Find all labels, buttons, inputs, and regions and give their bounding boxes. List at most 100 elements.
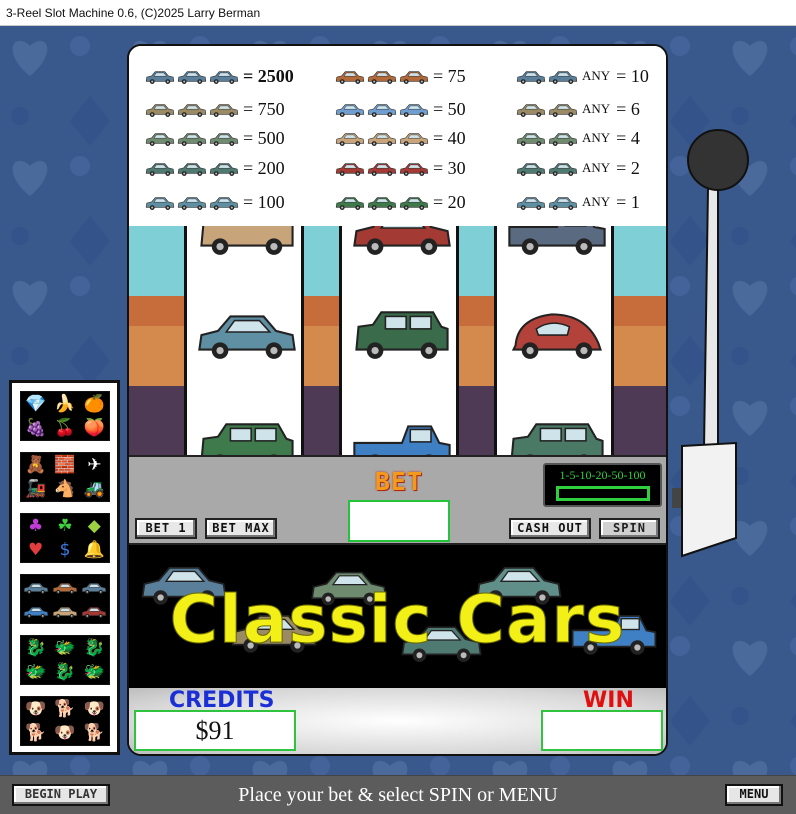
dogs-icon: 🐶 🐕 🐶 🐕 🐶 🐕: [25, 698, 105, 743]
car-icon: [145, 101, 175, 118]
car-icon: [209, 160, 239, 177]
car-icon: [548, 194, 578, 211]
lever-knob: [687, 129, 749, 191]
car-icon: [367, 101, 397, 118]
paytable: = 2500 = 750 = 500 = 200 = 100 = 75 = 50…: [129, 46, 666, 226]
car-icon: [177, 68, 207, 85]
classic-cars-icon: [21, 575, 109, 623]
fruit-game-button[interactable]: 💎 🍌 🍊 🍇 🍒 🍑: [20, 391, 110, 441]
paytable-payout: = 1: [616, 191, 640, 212]
paytable-row: = 100: [145, 189, 285, 215]
credits-display: $91: [134, 710, 296, 751]
bet-label: BET: [374, 467, 424, 496]
paytable-payout: = 2500: [243, 65, 294, 86]
bet-one-button[interactable]: BET 1: [135, 518, 197, 539]
paytable-any-label: ANY: [582, 130, 611, 145]
paytable-payout: = 500: [243, 127, 285, 148]
paytable-row: = 500: [145, 125, 285, 151]
car-icon: [177, 160, 207, 177]
reel-symbol-car-icon: [505, 226, 609, 263]
paytable-row: = 2500: [145, 63, 294, 89]
paytable-row: = 750: [145, 96, 285, 122]
toys-game-button[interactable]: 🧸 🧱 ✈ 🚂 🐴 🚜: [20, 452, 110, 502]
reel-window: [129, 226, 666, 455]
win-display: [541, 710, 663, 751]
casino-game-button[interactable]: ♣ ☘ ◆ ♥ $ 🔔: [20, 513, 110, 563]
paytable-row: = 20: [335, 189, 466, 215]
paytable-payout: = 100: [243, 191, 285, 212]
paytable-payout: = 75: [433, 65, 466, 86]
status-bar: BEGIN PLAY Place your bet & select SPIN …: [0, 775, 796, 814]
car-icon: [367, 130, 397, 147]
reel-symbol-car-icon: [195, 304, 299, 367]
reel-3: [494, 226, 614, 455]
reel-symbol-car-icon: [505, 416, 609, 455]
game-title: Classic Cars: [169, 581, 626, 659]
paytable-row: = 50: [335, 96, 466, 122]
reel-symbol-car-icon: [195, 416, 299, 455]
denomination-options: 1-5-10-20-50-100: [559, 468, 646, 482]
reel-symbol-car-icon: [350, 416, 454, 455]
paytable-payout: = 30: [433, 157, 466, 178]
toys-icon: 🧸 🧱 ✈ 🚂 🐴 🚜: [25, 454, 105, 499]
car-icon: [209, 194, 239, 211]
car-icon: [177, 101, 207, 118]
car-icon: [335, 160, 365, 177]
window-title: 3-Reel Slot Machine 0.6, (C)2025 Larry B…: [0, 0, 796, 26]
bet-max-button[interactable]: BET MAX: [205, 518, 277, 539]
paytable-any-label: ANY: [582, 101, 611, 116]
meter-panel: CREDITS $91 WIN: [129, 688, 666, 754]
paytable-payout: = 40: [433, 127, 466, 148]
paytable-payout: = 200: [243, 157, 285, 178]
denomination-selector[interactable]: 1-5-10-20-50-100: [543, 463, 662, 507]
paytable-row: = 30: [335, 155, 466, 181]
car-icon: [335, 68, 365, 85]
dragons-icon: 🐉 🐲 🐉 🐲 🐉 🐲: [25, 637, 105, 682]
paytable-row: = 75: [335, 63, 466, 89]
car-icon: [399, 130, 429, 147]
reel-symbol-car-icon: [505, 304, 609, 367]
reel-1: [184, 226, 304, 455]
car-icon: [548, 68, 578, 85]
dragons-game-button[interactable]: 🐉 🐲 🐉 🐲 🐉 🐲: [20, 635, 110, 685]
reel-symbol-car-icon: [350, 226, 454, 263]
car-icon: [516, 160, 546, 177]
car-icon: [209, 68, 239, 85]
cash-out-button[interactable]: CASH OUT: [509, 518, 591, 539]
car-icon: [548, 130, 578, 147]
paytable-row: = 200: [145, 155, 285, 181]
game-banner: Classic Cars: [129, 545, 666, 688]
menu-button[interactable]: MENU: [725, 784, 783, 806]
car-icon: [399, 101, 429, 118]
car-icon: [548, 101, 578, 118]
denomination-indicator: [556, 486, 650, 501]
car-icon: [145, 194, 175, 211]
reel-symbol-car-icon: [350, 304, 454, 367]
car-icon: [335, 101, 365, 118]
game-selector-panel: 💎 🍌 🍊 🍇 🍒 🍑 🧸 🧱 ✈ 🚂 🐴 🚜 ♣ ☘ ◆ ♥ $ 🔔 🐉 🐲 🐉 🐲 🐉 🐲 🐶 🐕 🐶 🐕 🐶 🐕: [9, 380, 120, 755]
paytable-payout: = 50: [433, 98, 466, 119]
spin-button[interactable]: SPIN: [599, 518, 660, 539]
paytable-payout: = 6: [616, 98, 640, 119]
car-icon: [399, 194, 429, 211]
dogs-game-button[interactable]: 🐶 🐕 🐶 🐕 🐶 🐕: [20, 696, 110, 746]
car-icon: [177, 130, 207, 147]
car-icon: [335, 194, 365, 211]
slot-lever[interactable]: [672, 128, 782, 558]
car-icon: [516, 194, 546, 211]
car-icon: [145, 130, 175, 147]
car-icon: [335, 130, 365, 147]
paytable-row: ANY = 4: [516, 125, 640, 151]
paytable-row: ANY = 2: [516, 155, 640, 181]
paytable-payout: = 10: [616, 65, 649, 86]
classic-cars-game-button[interactable]: [20, 574, 110, 624]
car-icon: [367, 160, 397, 177]
paytable-payout: = 4: [616, 127, 640, 148]
bet-display: [348, 500, 450, 542]
paytable-row: = 40: [335, 125, 466, 151]
paytable-payout: = 20: [433, 191, 466, 212]
car-icon: [399, 68, 429, 85]
slot-machine-cabinet: = 2500 = 750 = 500 = 200 = 100 = 75 = 50…: [127, 44, 668, 756]
fruit-icon: 💎 🍌 🍊 🍇 🍒 🍑: [25, 393, 105, 438]
paytable-any-label: ANY: [582, 160, 611, 175]
